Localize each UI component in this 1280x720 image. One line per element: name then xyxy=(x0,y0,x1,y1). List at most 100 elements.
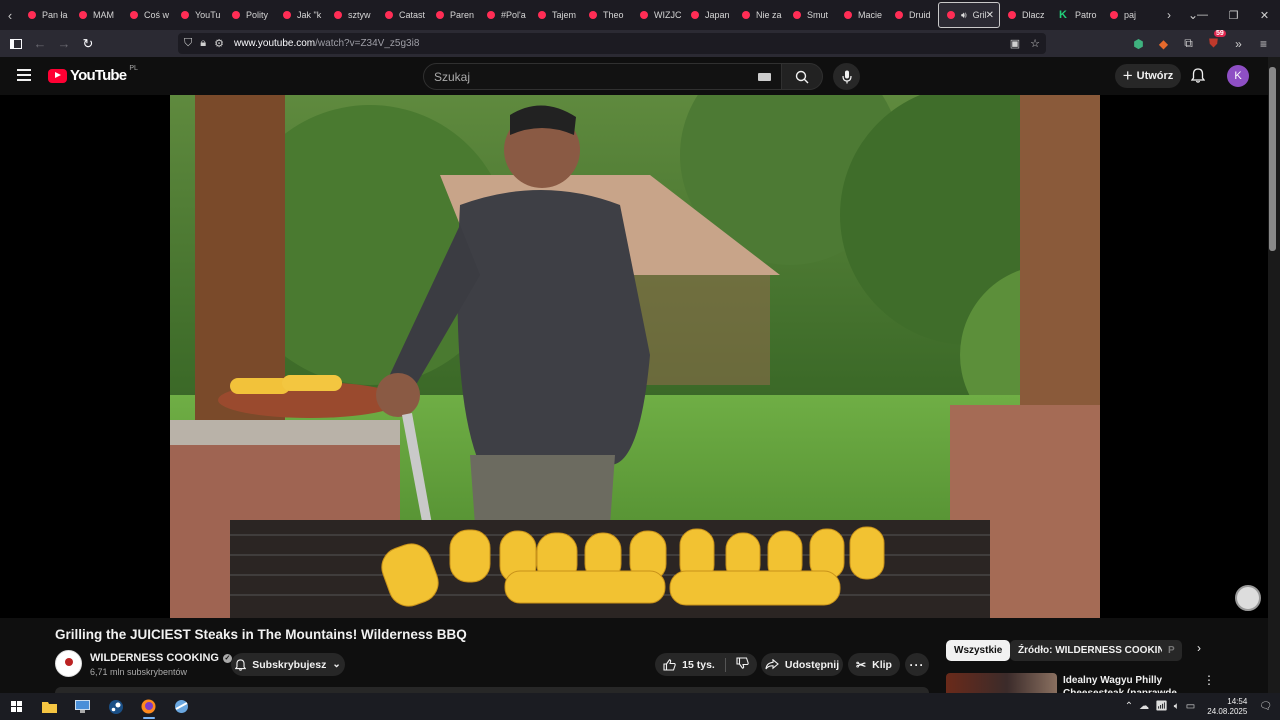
browser-tab[interactable]: 🔊︎ Gril ✕ xyxy=(938,2,1000,28)
thumbs-up-icon xyxy=(663,658,676,671)
restore-icon[interactable]: ❐ xyxy=(1218,0,1249,30)
browser-tab[interactable]: Pan ła xyxy=(20,2,71,28)
more-actions-button[interactable]: ··· xyxy=(905,653,929,676)
browser-tab[interactable]: Theo xyxy=(581,2,632,28)
firefox-icon[interactable] xyxy=(132,693,165,720)
like-button[interactable]: 15 tys. xyxy=(663,659,715,671)
guide-menu-icon[interactable] xyxy=(17,69,31,81)
lock-icon[interactable]: 🔒︎ xyxy=(200,37,206,50)
like-dislike-group: 15 tys. xyxy=(655,653,757,676)
browser-tab[interactable]: paj xyxy=(1102,2,1153,28)
like-divider xyxy=(724,657,726,672)
recommended-more-icon[interactable]: ⋮ xyxy=(1203,673,1215,687)
video-frame[interactable] xyxy=(170,95,1100,618)
app-icon[interactable] xyxy=(165,693,198,720)
extensions-icon[interactable]: ⧉ xyxy=(1176,36,1201,51)
account-avatar[interactable]: K xyxy=(1227,65,1249,87)
tab-label: Coś w xyxy=(144,10,170,20)
browser-tab[interactable]: Dlacz xyxy=(1000,2,1051,28)
video-player[interactable] xyxy=(0,95,1268,618)
search-box[interactable] xyxy=(423,63,782,90)
tabs-scroll-left-icon[interactable]: ‹ xyxy=(0,0,20,30)
shield-extension-icon[interactable]: ⬢ xyxy=(1126,37,1151,51)
pc-app-icon[interactable] xyxy=(66,693,99,720)
recommended-title[interactable]: Idealny Wagyu Philly Cheesesteak (napraw… xyxy=(1063,674,1198,693)
create-button[interactable]: + Utwórz xyxy=(1115,64,1181,88)
youtube-favicon-icon xyxy=(947,11,955,19)
tray-overflow-icon[interactable]: ⌃ xyxy=(1125,701,1133,712)
browser-tab[interactable]: Macie xyxy=(836,2,887,28)
picture-in-picture-icon[interactable]: ▣ xyxy=(1010,37,1020,50)
sidebar-toggle-icon[interactable] xyxy=(4,30,28,57)
fox-extension-icon[interactable]: ◆ xyxy=(1151,37,1176,51)
overflow-menu-icon[interactable]: » xyxy=(1226,37,1251,51)
battery-icon[interactable]: ▭ xyxy=(1186,701,1195,712)
youtube-logo[interactable]: YouTube PL xyxy=(48,65,138,84)
browser-tab[interactable]: Druid xyxy=(887,2,938,28)
search-button[interactable] xyxy=(781,63,823,90)
browser-tab[interactable]: WIZJC xyxy=(632,2,683,28)
youtube-favicon-icon xyxy=(334,11,342,19)
share-button[interactable]: Udostępnij xyxy=(761,653,843,676)
browser-tab[interactable]: Japan xyxy=(683,2,734,28)
volume-icon[interactable]: 🔈︎ xyxy=(1174,701,1180,712)
browser-tab[interactable]: Coś w xyxy=(122,2,173,28)
page-scrollbar[interactable] xyxy=(1268,57,1280,693)
tab-label: Polity xyxy=(246,10,269,20)
forward-icon[interactable]: → xyxy=(52,30,76,57)
browser-tab[interactable]: Nie za xyxy=(734,2,785,28)
browser-tab[interactable]: Jak "k xyxy=(275,2,326,28)
minimize-icon[interactable]: — xyxy=(1187,0,1218,30)
browser-tab[interactable]: #Pol'a xyxy=(479,2,530,28)
keyboard-icon[interactable] xyxy=(758,73,771,81)
close-window-icon[interactable]: ✕ xyxy=(1249,0,1280,30)
browser-tab[interactable]: Paren xyxy=(428,2,479,28)
subscribed-button[interactable]: Subskrybujesz ⌄ xyxy=(231,653,345,676)
tabs-scroll-right-icon[interactable]: › xyxy=(1157,8,1181,22)
browser-tab[interactable]: Catast xyxy=(377,2,428,28)
scrollbar-thumb[interactable] xyxy=(1269,67,1276,251)
bookmark-star-icon[interactable]: ☆ xyxy=(1030,37,1040,50)
chip-from-channel[interactable]: Źródło: WILDERNESS COOKING xyxy=(1010,640,1181,661)
speaker-icon[interactable]: 🔊︎ xyxy=(961,10,967,21)
voice-search-button[interactable] xyxy=(833,63,860,90)
browser-tab[interactable]: Polity xyxy=(224,2,275,28)
steam-icon[interactable] xyxy=(99,693,132,720)
channel-watermark-icon[interactable] xyxy=(1235,585,1261,611)
clip-button[interactable]: ✂ Klip xyxy=(848,653,900,676)
channel-name-link[interactable]: WILDERNESS COOKING ✓ xyxy=(90,652,232,664)
youtube-favicon-icon xyxy=(691,11,699,19)
video-title: Grilling the JUICIEST Steaks in The Moun… xyxy=(55,627,467,642)
chip-next-partial[interactable]: P xyxy=(1162,640,1182,661)
chip-all[interactable]: Wszystkie xyxy=(946,640,1011,661)
tab-label: Paren xyxy=(450,10,475,20)
tracking-protection-icon[interactable]: ⛉ xyxy=(184,37,192,50)
browser-tab[interactable]: sztyw xyxy=(326,2,377,28)
file-explorer-icon[interactable] xyxy=(33,693,66,720)
wifi-icon[interactable]: 📶︎ xyxy=(1155,701,1168,712)
recommended-thumbnail[interactable] xyxy=(946,673,1057,693)
chips-next-icon[interactable]: › xyxy=(1190,641,1208,661)
close-tab-icon[interactable]: ✕ xyxy=(986,10,994,21)
channel-avatar[interactable] xyxy=(55,650,82,677)
ublock-icon[interactable]: ⛊ 59 xyxy=(1201,30,1226,51)
search-input[interactable] xyxy=(434,69,734,84)
reload-icon[interactable]: ↻ xyxy=(76,30,100,57)
url-text[interactable]: www.youtube.com/watch?v=Z34V_z5g3i8 xyxy=(234,38,419,49)
browser-tab[interactable]: MAM xyxy=(71,2,122,28)
browser-tab[interactable]: Tajem xyxy=(530,2,581,28)
cloud-icon[interactable]: ☁ xyxy=(1139,701,1149,712)
notifications-icon[interactable]: 🗨︎ xyxy=(1259,701,1272,712)
url-bar[interactable]: ⛉ 🔒︎ ⚙ www.youtube.com/watch?v=Z34V_z5g3… xyxy=(178,33,1046,54)
dislike-button[interactable] xyxy=(736,657,749,672)
permissions-icon[interactable]: ⚙ xyxy=(214,37,224,50)
start-button[interactable] xyxy=(0,693,33,720)
windows-logo-icon xyxy=(11,701,22,712)
app-menu-icon[interactable]: ≡ xyxy=(1251,37,1276,51)
back-icon[interactable]: ← xyxy=(28,30,52,57)
browser-tab[interactable]: Smut xyxy=(785,2,836,28)
notifications-button[interactable] xyxy=(1190,68,1206,88)
browser-tab[interactable]: YouTu xyxy=(173,2,224,28)
clock[interactable]: 14:54 24.08.2025 xyxy=(1207,697,1247,717)
browser-tab[interactable]: K Patro xyxy=(1051,2,1102,28)
